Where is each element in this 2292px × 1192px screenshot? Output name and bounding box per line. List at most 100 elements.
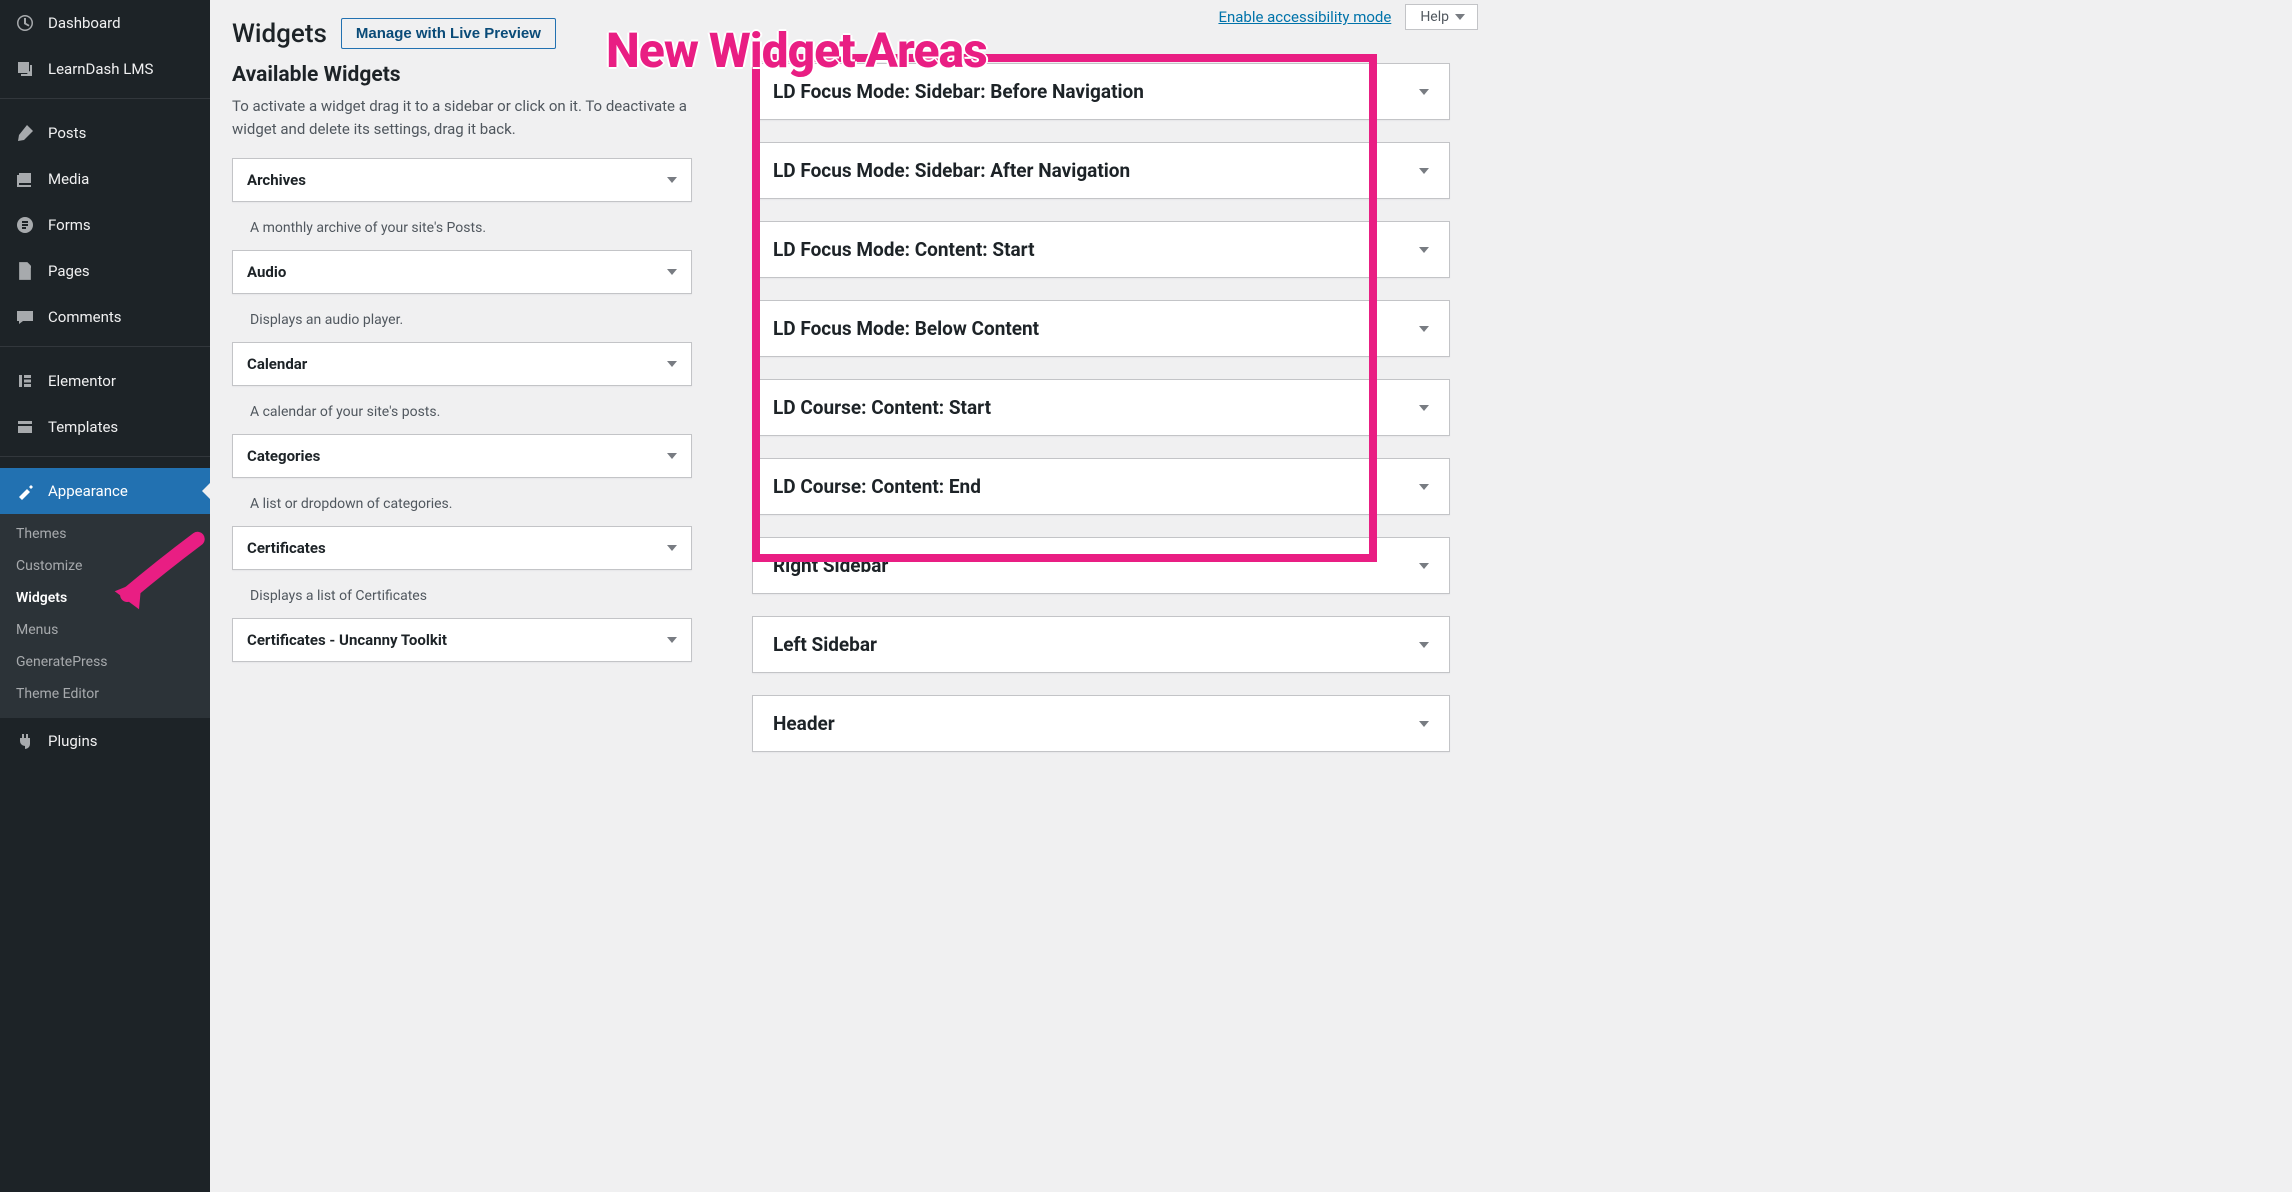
- chevron-down-icon: [1419, 326, 1429, 332]
- enable-accessibility-link[interactable]: Enable accessibility mode: [1218, 8, 1391, 26]
- widget-area-name: LD Focus Mode: Content: Start: [773, 238, 1035, 261]
- appearance-icon: [14, 480, 36, 502]
- widget-area-name: LD Course: Content: Start: [773, 396, 991, 419]
- widget-name: Certificates - Uncanny Toolkit: [247, 631, 447, 649]
- sidebar-item-forms[interactable]: Forms: [0, 202, 210, 248]
- chevron-down-icon: [667, 269, 677, 275]
- widget-area-name: Header: [773, 712, 835, 735]
- chevron-down-icon: [667, 361, 677, 367]
- widget-description: A calendar of your site's posts.: [232, 394, 692, 434]
- widget-area[interactable]: LD Course: Content: End: [752, 458, 1450, 515]
- widget-header[interactable]: Certificates - Uncanny Toolkit: [233, 619, 691, 661]
- widget-header[interactable]: Archives: [233, 159, 691, 201]
- page-title: Widgets: [232, 19, 327, 49]
- widget-area-name: LD Course: Content: End: [773, 475, 981, 498]
- sidebar-item-label: Forms: [48, 215, 91, 235]
- widget-area-name: LD Focus Mode: Below Content: [773, 317, 1039, 340]
- widget-area-header[interactable]: LD Focus Mode: Below Content: [753, 301, 1449, 356]
- chevron-down-icon: [1419, 642, 1429, 648]
- sidebar-item-learndash-lms[interactable]: LearnDash LMS: [0, 46, 210, 92]
- widget-area-name: LD Focus Mode: Sidebar: Before Navigatio…: [773, 80, 1144, 103]
- widget-area-header[interactable]: Header: [753, 696, 1449, 751]
- widget-area[interactable]: LD Focus Mode: Below Content: [752, 300, 1450, 357]
- available-widgets-description: To activate a widget drag it to a sideba…: [232, 95, 692, 142]
- widget-description: A monthly archive of your site's Posts.: [232, 210, 692, 250]
- forms-icon: [14, 214, 36, 236]
- available-widget[interactable]: Audio: [232, 250, 692, 294]
- widget-name: Archives: [247, 171, 306, 189]
- widget-area-header[interactable]: LD Course: Content: Start: [753, 380, 1449, 435]
- widget-area[interactable]: LD Focus Mode: Sidebar: Before Navigatio…: [752, 63, 1450, 120]
- widget-area[interactable]: Right Sidebar: [752, 537, 1450, 594]
- chevron-down-icon: [667, 545, 677, 551]
- submenu-item-widgets[interactable]: Widgets: [0, 582, 210, 614]
- menu-separator: [0, 456, 210, 462]
- submenu-item-customize[interactable]: Customize: [0, 550, 210, 582]
- widget-area-name: LD Focus Mode: Sidebar: After Navigation: [773, 159, 1130, 182]
- sidebar-item-appearance[interactable]: Appearance: [0, 468, 210, 514]
- widget-name: Calendar: [247, 355, 307, 373]
- widget-area-name: Left Sidebar: [773, 633, 877, 656]
- help-button[interactable]: Help: [1405, 4, 1478, 30]
- widget-header[interactable]: Calendar: [233, 343, 691, 385]
- widget-description: Displays a list of Certificates: [232, 578, 692, 618]
- media-icon: [14, 168, 36, 190]
- sidebar-item-pages[interactable]: Pages: [0, 248, 210, 294]
- chevron-down-icon: [1419, 247, 1429, 253]
- chevron-down-icon: [1419, 721, 1429, 727]
- available-widget[interactable]: Certificates: [232, 526, 692, 570]
- chevron-down-icon: [1419, 89, 1429, 95]
- posts-icon: [14, 122, 36, 144]
- widget-area-header[interactable]: Right Sidebar: [753, 538, 1449, 593]
- widget-description: Displays an audio player.: [232, 302, 692, 342]
- chevron-down-icon: [667, 637, 677, 643]
- sidebar-item-posts[interactable]: Posts: [0, 110, 210, 156]
- submenu-item-menus[interactable]: Menus: [0, 614, 210, 646]
- widget-area-header[interactable]: Left Sidebar: [753, 617, 1449, 672]
- sidebar-item-label: Plugins: [48, 731, 97, 751]
- available-widget[interactable]: Certificates - Uncanny Toolkit: [232, 618, 692, 662]
- widget-area-header[interactable]: LD Course: Content: End: [753, 459, 1449, 514]
- admin-sidebar: DashboardLearnDash LMS PostsMedia Forms Pag…: [0, 0, 210, 1192]
- sidebar-item-label: Appearance: [48, 481, 128, 501]
- manage-live-preview-button[interactable]: Manage with Live Preview: [341, 18, 556, 49]
- chevron-down-icon: [667, 177, 677, 183]
- chevron-down-icon: [667, 453, 677, 459]
- sidebar-item-plugins[interactable]: Plugins: [0, 718, 210, 764]
- appearance-submenu: ThemesCustomizeWidgetsMenusGeneratePress…: [0, 514, 210, 718]
- widget-area[interactable]: Header: [752, 695, 1450, 752]
- widget-header[interactable]: Certificates: [233, 527, 691, 569]
- submenu-item-theme-editor[interactable]: Theme Editor: [0, 678, 210, 710]
- sidebar-item-comments[interactable]: Comments: [0, 294, 210, 340]
- widget-area-header[interactable]: LD Focus Mode: Content: Start: [753, 222, 1449, 277]
- sidebar-item-media[interactable]: Media: [0, 156, 210, 202]
- widget-area[interactable]: LD Focus Mode: Sidebar: After Navigation: [752, 142, 1450, 199]
- widget-header[interactable]: Categories: [233, 435, 691, 477]
- plugins-icon: [14, 730, 36, 752]
- sidebar-item-elementor[interactable]: Elementor: [0, 358, 210, 404]
- sidebar-item-label: Comments: [48, 307, 122, 327]
- widget-area[interactable]: Left Sidebar: [752, 616, 1450, 673]
- available-widget[interactable]: Archives: [232, 158, 692, 202]
- widget-area[interactable]: LD Course: Content: Start: [752, 379, 1450, 436]
- available-widget[interactable]: Categories: [232, 434, 692, 478]
- elementor-icon: [14, 370, 36, 392]
- sidebar-item-label: Elementor: [48, 371, 116, 391]
- widget-area[interactable]: LD Focus Mode: Content: Start: [752, 221, 1450, 278]
- sidebar-item-dashboard[interactable]: Dashboard: [0, 0, 210, 46]
- templates-icon: [14, 416, 36, 438]
- submenu-item-themes[interactable]: Themes: [0, 518, 210, 550]
- submenu-item-generatepress[interactable]: GeneratePress: [0, 646, 210, 678]
- widget-name: Certificates: [247, 539, 326, 557]
- menu-separator: [0, 98, 210, 104]
- sidebar-item-templates[interactable]: Templates: [0, 404, 210, 450]
- chevron-down-icon: [1419, 484, 1429, 490]
- available-widget[interactable]: Calendar: [232, 342, 692, 386]
- widget-area-header[interactable]: LD Focus Mode: Sidebar: Before Navigatio…: [753, 64, 1449, 119]
- chevron-down-icon: [1419, 563, 1429, 569]
- pages-icon: [14, 260, 36, 282]
- available-widgets-column: Available Widgets To activate a widget d…: [232, 63, 692, 774]
- widget-area-header[interactable]: LD Focus Mode: Sidebar: After Navigation: [753, 143, 1449, 198]
- widget-header[interactable]: Audio: [233, 251, 691, 293]
- chevron-down-icon: [1419, 168, 1429, 174]
